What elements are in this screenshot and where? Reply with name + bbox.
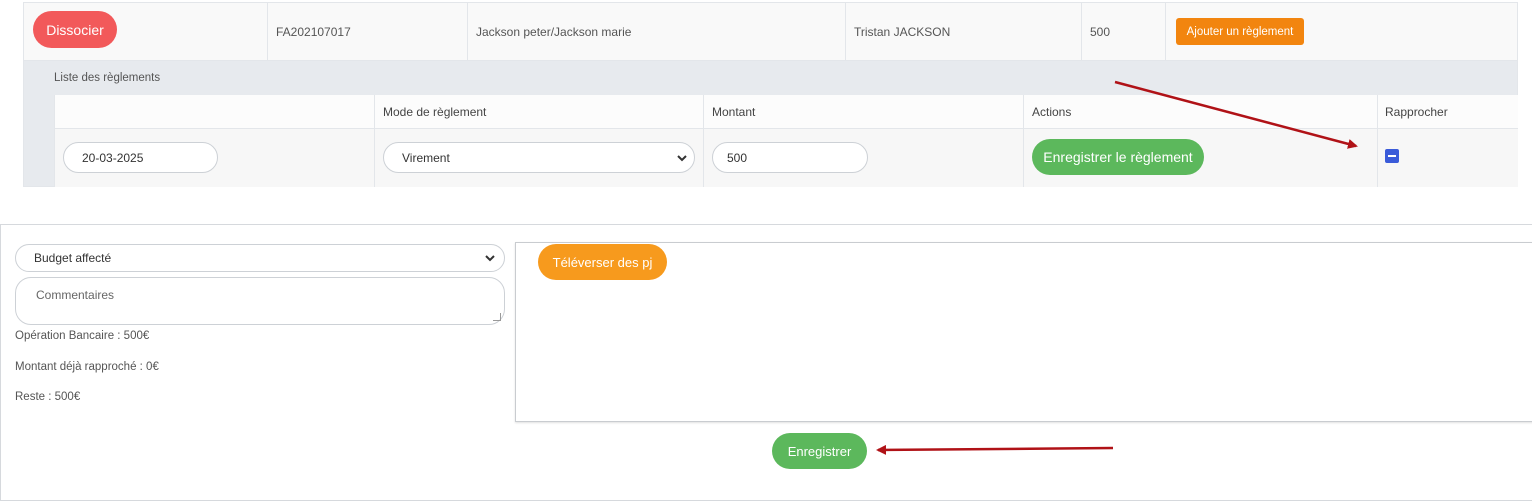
upload-attachments-button[interactable]: Téléverser des pj bbox=[538, 244, 667, 280]
payment-date-input[interactable]: 20-03-2025 bbox=[63, 142, 218, 173]
minus-square-icon[interactable] bbox=[1385, 149, 1399, 163]
attachments-panel: Téléverser des pj bbox=[515, 242, 1532, 422]
chevron-down-icon bbox=[677, 154, 687, 161]
add-payment-button[interactable]: Ajouter un règlement bbox=[1176, 18, 1304, 45]
invoice-contact: Tristan JACKSON bbox=[846, 3, 1082, 61]
bank-operation-text: Opération Bancaire : 500€ bbox=[15, 330, 150, 342]
remaining-text: Reste : 500€ bbox=[15, 391, 81, 403]
payments-list-title: Liste des règlements bbox=[54, 72, 161, 84]
header-mode: Mode de règlement bbox=[383, 105, 487, 119]
budget-select-value: Budget affecté bbox=[34, 251, 112, 265]
header-amount: Montant bbox=[712, 105, 756, 119]
invoice-row: Dissocier FA202107017 Jackson peter/Jack… bbox=[24, 3, 1517, 61]
payments-table-header: Mode de règlement Montant Actions Rappro… bbox=[54, 95, 1518, 129]
invoice-number: FA202107017 bbox=[268, 3, 468, 61]
already-reconciled-text: Montant déjà rapproché : 0€ bbox=[15, 361, 159, 373]
dissociate-button[interactable]: Dissocier bbox=[33, 11, 117, 48]
payment-amount-input[interactable]: 500 bbox=[712, 142, 868, 173]
chevron-down-icon bbox=[485, 255, 495, 262]
save-button[interactable]: Enregistrer bbox=[772, 433, 867, 469]
comment-textarea[interactable]: Commentaires bbox=[15, 277, 505, 325]
reconciliation-form: Budget affecté Commentaires Opération Ba… bbox=[0, 224, 1532, 501]
payment-mode-value: Virement bbox=[402, 150, 450, 165]
invoice-action-cell: Dissocier bbox=[24, 3, 268, 61]
payment-mode-select[interactable]: Virement bbox=[383, 142, 695, 173]
invoice-amount: 500 bbox=[1082, 3, 1166, 61]
invoice-clients: Jackson peter/Jackson marie bbox=[468, 3, 846, 61]
budget-select[interactable]: Budget affecté bbox=[15, 244, 505, 272]
payments-table: Mode de règlement Montant Actions Rappro… bbox=[54, 95, 1518, 187]
header-reconcile: Rapprocher bbox=[1385, 105, 1448, 119]
save-payment-button[interactable]: Enregistrer le règlement bbox=[1032, 139, 1204, 175]
header-actions: Actions bbox=[1032, 105, 1072, 119]
payment-row: 20-03-2025 Virement 500 Enregistrer le r… bbox=[54, 129, 1518, 187]
invoice-block: Dissocier FA202107017 Jackson peter/Jack… bbox=[23, 2, 1518, 187]
